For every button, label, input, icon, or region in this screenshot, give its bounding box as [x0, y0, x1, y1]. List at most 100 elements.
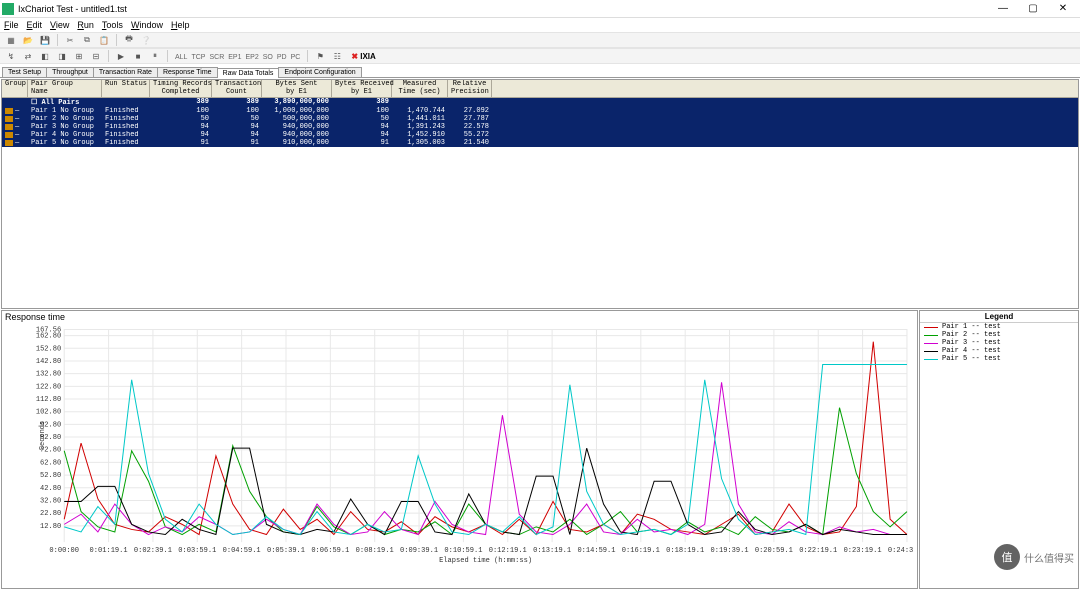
new-icon[interactable]: ▦: [4, 33, 18, 47]
toolbar-2: ↯ ⇄ ◧ ◨ ⊞ ⊟ ▶ ■ ⏸ ALLTCPSCREP1EP2SOPDPC …: [0, 48, 1080, 64]
svg-text:0:16:19.1: 0:16:19.1: [622, 547, 660, 555]
tool-c-icon[interactable]: ◧: [38, 49, 52, 63]
tab-transaction-rate[interactable]: Transaction Rate: [93, 67, 158, 77]
filter-pd[interactable]: PD: [275, 54, 289, 61]
chart-area[interactable]: 12.8022.8032.8042.8052.8062.8072.8082.80…: [36, 325, 913, 564]
svg-text:142.80: 142.80: [36, 358, 61, 366]
table-row[interactable]: — Pair 4 No GroupFinished9494940,000,000…: [2, 131, 1078, 139]
svg-text:22.80: 22.80: [40, 510, 61, 518]
menu-help[interactable]: Help: [171, 20, 190, 30]
run-icon[interactable]: ▶: [114, 49, 128, 63]
menu-run[interactable]: Run: [77, 20, 94, 30]
menu-file[interactable]: File: [4, 20, 19, 30]
svg-text:0:24:39.1: 0:24:39.1: [888, 547, 913, 555]
menu-view[interactable]: View: [50, 20, 69, 30]
filter-pc[interactable]: PC: [289, 54, 303, 61]
filter-so[interactable]: SO: [261, 54, 275, 61]
column-header[interactable]: Measured Time (sec): [392, 80, 448, 97]
tab-endpoint-configuration[interactable]: Endpoint Configuration: [278, 67, 361, 77]
filter-ep2[interactable]: EP2: [243, 54, 260, 61]
legend-item: Pair 3 -- test: [920, 339, 1078, 347]
stop-icon[interactable]: ■: [131, 49, 145, 63]
filter-scr[interactable]: SCR: [207, 54, 226, 61]
column-header[interactable]: Group: [2, 80, 28, 97]
cut-icon[interactable]: ✂: [63, 33, 77, 47]
tool-a-icon[interactable]: ↯: [4, 49, 18, 63]
column-header[interactable]: Pair Group Name: [28, 80, 102, 97]
tool-f-icon[interactable]: ⊟: [89, 49, 103, 63]
copy-icon[interactable]: ⧉: [80, 33, 94, 47]
svg-text:32.80: 32.80: [40, 498, 61, 506]
svg-text:42.80: 42.80: [40, 485, 61, 493]
svg-text:0:09:39.1: 0:09:39.1: [400, 547, 438, 555]
column-header[interactable]: Bytes Received by E1: [332, 80, 392, 97]
table-row[interactable]: ☐ All Pairs3893893,890,000,000389: [2, 98, 1078, 107]
svg-text:0:05:39.1: 0:05:39.1: [267, 547, 305, 555]
menu-bar: File Edit View Run Tools Window Help: [0, 18, 1080, 32]
svg-text:0:22:19.1: 0:22:19.1: [799, 547, 837, 555]
save-icon[interactable]: 💾: [38, 33, 52, 47]
filter-all[interactable]: ALL: [173, 54, 189, 61]
tool-b-icon[interactable]: ⇄: [21, 49, 35, 63]
svg-text:0:01:19.1: 0:01:19.1: [90, 547, 128, 555]
legend-item: Pair 4 -- test: [920, 347, 1078, 355]
svg-text:0:20:59.1: 0:20:59.1: [755, 547, 793, 555]
tool-d-icon[interactable]: ◨: [55, 49, 69, 63]
column-header[interactable]: Transaction Count: [212, 80, 262, 97]
column-header[interactable]: Bytes Sent by E1: [262, 80, 332, 97]
filter-ep1[interactable]: EP1: [226, 54, 243, 61]
svg-text:Seconds: Seconds: [39, 421, 47, 450]
svg-text:167.56: 167.56: [36, 327, 61, 335]
svg-text:0:02:39.1: 0:02:39.1: [134, 547, 172, 555]
filter-tcp[interactable]: TCP: [189, 54, 207, 61]
flag-icon[interactable]: ⚑: [313, 49, 327, 63]
svg-text:102.80: 102.80: [36, 409, 61, 417]
maximize-button[interactable]: ▢: [1018, 1, 1048, 17]
svg-text:0:14:59.1: 0:14:59.1: [577, 547, 615, 555]
tab-throughput[interactable]: Throughput: [46, 67, 94, 77]
svg-text:0:00:00: 0:00:00: [49, 547, 79, 555]
menu-edit[interactable]: Edit: [27, 20, 43, 30]
table-row[interactable]: — Pair 5 No GroupFinished9191910,000,000…: [2, 139, 1078, 147]
pause-icon[interactable]: ⏸: [148, 49, 162, 63]
tool-e-icon[interactable]: ⊞: [72, 49, 86, 63]
legend-item: Pair 1 -- test: [920, 323, 1078, 331]
menu-tools[interactable]: Tools: [102, 20, 123, 30]
ixia-logo: ✖ IXIA: [351, 52, 376, 61]
svg-text:112.80: 112.80: [36, 396, 61, 404]
svg-text:0:08:19.1: 0:08:19.1: [356, 547, 394, 555]
paste-icon[interactable]: 📋: [97, 33, 111, 47]
window-title: IxChariot Test - untitled1.tst: [18, 4, 988, 14]
table-row[interactable]: — Pair 2 No GroupFinished5050500,000,000…: [2, 115, 1078, 123]
print-icon[interactable]: 🖶: [122, 33, 136, 47]
svg-text:62.80: 62.80: [40, 459, 61, 467]
chart-pane: Response time 12.8022.8032.8042.8052.806…: [1, 310, 918, 589]
tab-response-time[interactable]: Response Time: [157, 67, 218, 77]
table-row[interactable]: — Pair 1 No GroupFinished1001001,000,000…: [2, 107, 1078, 115]
minimize-button[interactable]: —: [988, 1, 1018, 17]
legend-item: Pair 5 -- test: [920, 355, 1078, 363]
column-header[interactable]: Timing Records Completed: [150, 80, 212, 97]
svg-text:122.80: 122.80: [36, 383, 61, 391]
svg-text:0:18:19.1: 0:18:19.1: [666, 547, 704, 555]
chart-icon[interactable]: ☷: [330, 49, 344, 63]
svg-text:0:10:59.1: 0:10:59.1: [444, 547, 482, 555]
app-icon: [2, 3, 14, 15]
svg-text:12.80: 12.80: [40, 523, 61, 531]
svg-text:0:13:19.1: 0:13:19.1: [533, 547, 571, 555]
svg-text:0:12:19.1: 0:12:19.1: [489, 547, 527, 555]
open-icon[interactable]: 📂: [21, 33, 35, 47]
column-header[interactable]: Relative Precision: [448, 80, 492, 97]
legend-title: Legend: [920, 311, 1078, 323]
table-row[interactable]: — Pair 3 No GroupFinished9494940,000,000…: [2, 123, 1078, 131]
svg-text:Elapsed time (h:mm:ss): Elapsed time (h:mm:ss): [439, 557, 532, 564]
menu-window[interactable]: Window: [131, 20, 163, 30]
help-icon[interactable]: ❔: [139, 33, 153, 47]
tab-test-setup[interactable]: Test Setup: [2, 67, 47, 77]
close-button[interactable]: ✕: [1048, 1, 1078, 17]
column-header[interactable]: Run Status: [102, 80, 150, 97]
results-grid[interactable]: GroupPair Group NameRun StatusTiming Rec…: [1, 79, 1079, 309]
tab-raw-data-totals[interactable]: Raw Data Totals: [217, 68, 280, 78]
svg-text:0:23:19.1: 0:23:19.1: [844, 547, 882, 555]
result-tabs: Test SetupThroughputTransaction RateResp…: [0, 64, 1080, 78]
